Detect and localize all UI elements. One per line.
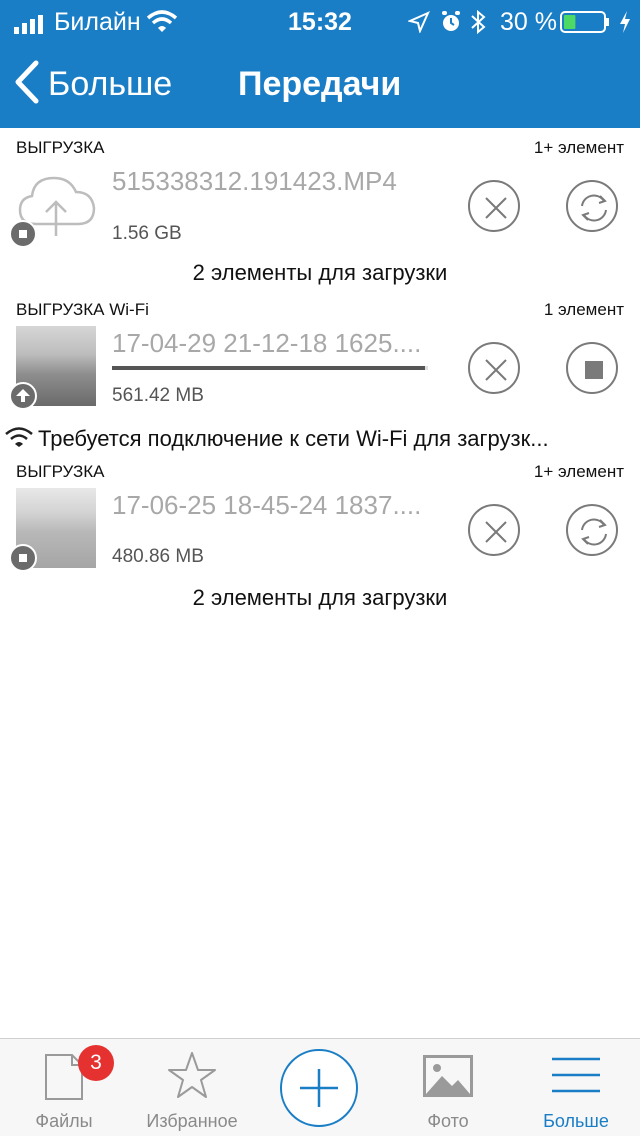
header-bar: Билайн 15:32 30 % Больше Передачи xyxy=(0,0,640,128)
stop-button[interactable] xyxy=(566,342,618,394)
wifi-icon xyxy=(4,425,34,454)
file-size: 1.56 GB xyxy=(112,223,182,244)
transfer-type: ВЫГРУЗКА xyxy=(16,462,105,481)
stop-status-badge xyxy=(9,220,37,248)
star-icon xyxy=(128,1049,256,1101)
pending-note: 2 элементы для загрузки xyxy=(192,585,448,610)
transfer-type: ВЫГРУЗКА xyxy=(16,138,105,157)
cancel-button[interactable] xyxy=(468,342,520,394)
file-name: 17-04-29 21-12-18 1625.... xyxy=(112,328,422,358)
alarm-icon xyxy=(440,10,462,38)
file-size: 480.86 MB xyxy=(112,546,204,567)
chevron-left-icon xyxy=(14,60,40,109)
transfer-count: 1 элемент xyxy=(543,300,624,319)
upload-progress-fill xyxy=(112,366,425,370)
tab-photos-label: Фото xyxy=(427,1111,469,1131)
tab-more-label: Больше xyxy=(543,1111,609,1131)
tab-files-label: Файлы xyxy=(35,1111,93,1131)
refresh-icon xyxy=(581,194,607,222)
transfer-section-header: ВЫГРУЗКА Wi-Fi 1 элемент xyxy=(16,300,624,324)
wifi-warning-text: Требуется подключение к сети Wi-Fi для з… xyxy=(38,426,549,451)
retry-button[interactable] xyxy=(566,180,618,232)
refresh-icon xyxy=(581,518,607,546)
stop-status-badge xyxy=(9,544,37,572)
back-label: Больше xyxy=(48,64,173,103)
location-icon xyxy=(406,11,430,39)
page-title: Передачи xyxy=(238,65,402,103)
cancel-button[interactable] xyxy=(468,504,520,556)
pending-note: 2 элементы для загрузки xyxy=(192,260,448,285)
battery-icon xyxy=(560,10,610,38)
transfer-section-header: ВЫГРУЗКА 1+ элемент xyxy=(16,138,624,162)
charging-icon xyxy=(618,10,632,38)
close-icon xyxy=(485,359,507,381)
bluetooth-icon xyxy=(470,9,486,37)
retry-button[interactable] xyxy=(566,504,618,556)
back-button[interactable]: Больше xyxy=(14,60,172,108)
tab-photos[interactable]: Фото xyxy=(384,1039,512,1136)
menu-icon xyxy=(512,1049,640,1101)
file-name: 17-06-25 18-45-24 1837.... xyxy=(112,490,422,520)
files-count-badge: 3 xyxy=(78,1045,114,1081)
add-button[interactable] xyxy=(280,1049,358,1127)
close-icon xyxy=(485,197,507,219)
transfer-count: 1+ элемент xyxy=(533,138,624,157)
transfer-section-header: ВЫГРУЗКА 1+ элемент xyxy=(16,462,624,486)
tab-bar: 3 Файлы Избранное Фото Больше xyxy=(0,1038,640,1136)
tab-files[interactable]: 3 Файлы xyxy=(0,1039,128,1136)
stop-icon xyxy=(585,361,603,379)
transfers-screen: Билайн 15:32 30 % Больше Передачи ВЫГРУЗ… xyxy=(0,0,640,1136)
tab-more[interactable]: Больше xyxy=(512,1039,640,1136)
upload-status-badge xyxy=(9,382,37,410)
tab-favorites-label: Избранное xyxy=(146,1111,238,1131)
cancel-button[interactable] xyxy=(468,180,520,232)
transfer-count: 1+ элемент xyxy=(533,462,624,481)
photo-icon xyxy=(384,1049,512,1101)
plus-icon xyxy=(300,1069,338,1107)
file-size: 561.42 MB xyxy=(112,385,204,406)
wifi-warning: Требуется подключение к сети Wi-Fi для з… xyxy=(4,424,636,454)
arrow-up-icon xyxy=(16,389,30,402)
tab-favorites[interactable]: Избранное xyxy=(128,1039,256,1136)
file-name: 515338312.191423.MP4 xyxy=(112,166,397,196)
close-icon xyxy=(485,521,507,543)
transfer-type: ВЫГРУЗКА Wi-Fi xyxy=(16,300,149,319)
battery-percent: 30 % xyxy=(500,8,557,36)
upload-progress-bar xyxy=(112,366,428,370)
